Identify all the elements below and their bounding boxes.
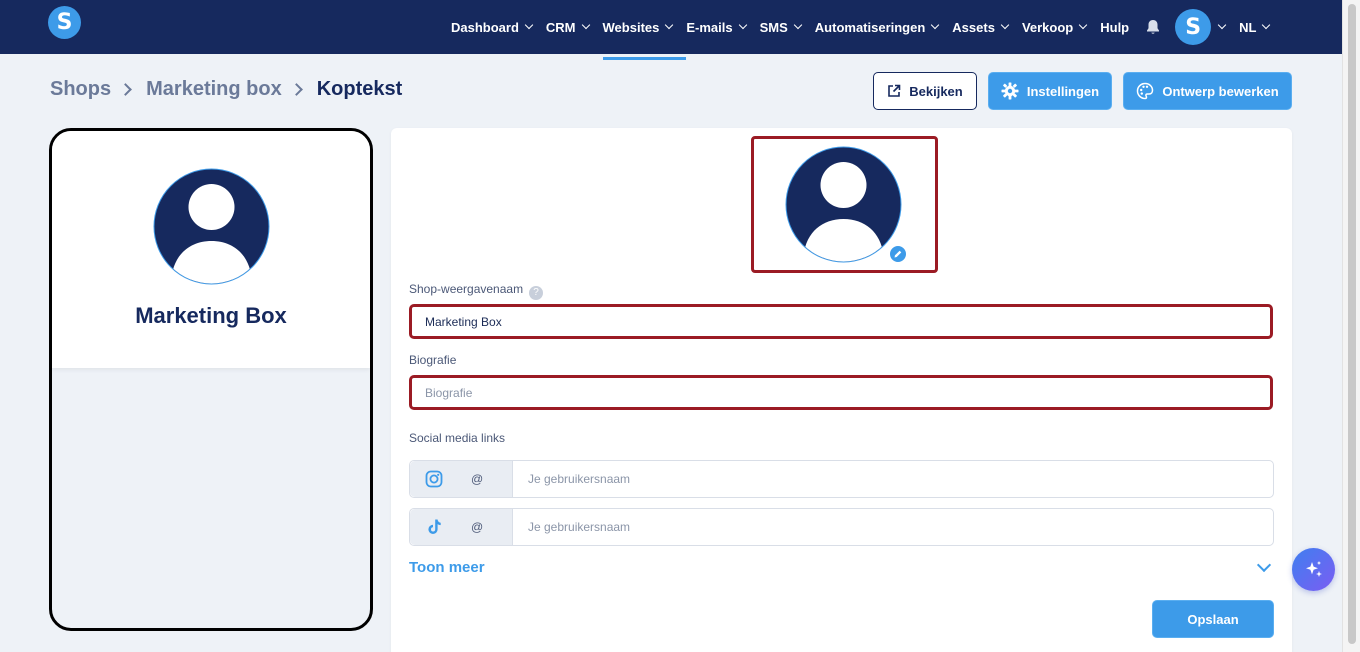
gear-icon [1001, 82, 1019, 100]
chevron-down-icon [665, 20, 674, 30]
nav-label: Hulp [1100, 19, 1130, 35]
ai-assistant-button[interactable] [1292, 548, 1335, 591]
display-name-input[interactable]: Marketing Box [409, 304, 1273, 339]
bio-input[interactable]: Biografie [409, 375, 1273, 410]
settings-button-label: Instellingen [1026, 83, 1100, 99]
nav-item-crm[interactable]: CRM [545, 6, 590, 48]
chevron-right-icon [119, 83, 132, 96]
instagram-prefix: @ [410, 461, 513, 497]
chevron-down-icon [524, 20, 534, 30]
main-nav: Dashboard CRM Websites E-mails SMS Autom… [451, 0, 1283, 60]
chevron-down-icon [581, 20, 590, 30]
language-label: NL [1239, 19, 1257, 35]
nav-item-sms[interactable]: SMS [759, 6, 803, 48]
pencil-icon[interactable] [888, 244, 908, 264]
chevron-down-icon [931, 20, 940, 30]
bell-icon[interactable] [1145, 19, 1161, 35]
breadcrumb-current: Koptekst [316, 78, 403, 100]
save-button[interactable]: Opslaan [1152, 600, 1274, 638]
phone-preview: Marketing Box [49, 128, 373, 631]
preview-header: Marketing Box [52, 131, 370, 368]
show-more-link[interactable]: Toon meer [409, 559, 485, 576]
breadcrumb: Shops Marketing box Koptekst [50, 78, 402, 101]
edit-design-button[interactable]: Ontwerp bewerken [1123, 72, 1292, 110]
header-form-card: Shop-weergavenaam? Marketing Box Biograf… [391, 128, 1292, 652]
nav-item-emails[interactable]: E-mails [686, 6, 747, 48]
view-button[interactable]: Bekijken [873, 72, 977, 110]
at-prefix: @ [471, 472, 484, 486]
app-logo[interactable]: S [48, 6, 81, 39]
external-link-icon [888, 84, 901, 97]
edit-design-button-label: Ontwerp bewerken [1162, 83, 1279, 99]
nav-item-help[interactable]: Hulp [1100, 6, 1129, 48]
nav-label: Websites [602, 19, 660, 35]
sparkle-icon [1305, 560, 1322, 577]
nav-label: CRM [545, 19, 576, 35]
instagram-icon [424, 469, 444, 489]
display-name-label: Shop-weergavenaam? [409, 282, 544, 300]
chevron-down-icon [1262, 20, 1271, 30]
nav-label: E-mails [686, 19, 733, 35]
chevron-down-icon[interactable] [1256, 557, 1272, 573]
palette-icon [1137, 82, 1154, 100]
nav-label: Automatiseringen [814, 19, 926, 35]
nav-item-websites[interactable]: Websites [602, 6, 687, 60]
chevron-right-icon [289, 83, 303, 96]
bio-label: Biografie [409, 353, 457, 367]
breadcrumb-marketing-box[interactable]: Marketing box [146, 78, 282, 101]
nav-label: SMS [759, 19, 788, 35]
preview-shop-name: Marketing Box [135, 303, 287, 328]
tiktok-field: @ Je gebruikersnaam [409, 508, 1274, 546]
nav-item-assets[interactable]: Assets [952, 6, 1010, 48]
tiktok-icon [424, 517, 444, 537]
page-scrollbar[interactable] [1342, 0, 1360, 652]
nav-item-sales[interactable]: Verkoop [1021, 6, 1088, 48]
avatar-placeholder-icon [153, 168, 270, 285]
language-selector[interactable]: NL [1239, 6, 1271, 48]
avatar: S [1175, 9, 1212, 45]
nav-item-dashboard[interactable]: Dashboard [451, 6, 534, 48]
user-menu[interactable]: S [1175, 9, 1227, 45]
nav-label: Dashboard [451, 19, 519, 35]
scrollbar-thumb[interactable] [1348, 4, 1356, 644]
chevron-down-icon [1000, 20, 1010, 30]
display-name-label-text: Shop-weergavenaam [409, 282, 524, 296]
breadcrumb-shops[interactable]: Shops [50, 78, 111, 101]
info-icon[interactable]: ? [529, 286, 544, 300]
social-links-label: Social media links [409, 431, 506, 445]
chevron-down-icon [738, 20, 747, 30]
chevron-down-icon [1078, 20, 1088, 30]
tiktok-prefix: @ [410, 509, 513, 545]
at-prefix: @ [471, 520, 484, 534]
nav-label: Verkoop [1021, 19, 1074, 35]
top-navbar: S Dashboard CRM Websites E-mails SMS Aut… [0, 0, 1342, 60]
chevron-down-icon [1217, 20, 1227, 30]
settings-button[interactable]: Instellingen [988, 72, 1112, 110]
avatar-upload[interactable] [751, 136, 938, 273]
nav-item-automations[interactable]: Automatiseringen [814, 6, 940, 48]
chevron-down-icon [793, 20, 803, 30]
instagram-field: @ Je gebruikersnaam [409, 460, 1274, 498]
avatar-placeholder-icon [785, 146, 902, 263]
view-button-label: Bekijken [909, 83, 963, 99]
tiktok-username-input[interactable]: Je gebruikersnaam [513, 509, 1273, 545]
instagram-username-input[interactable]: Je gebruikersnaam [513, 461, 1273, 497]
nav-label: Assets [952, 19, 995, 35]
